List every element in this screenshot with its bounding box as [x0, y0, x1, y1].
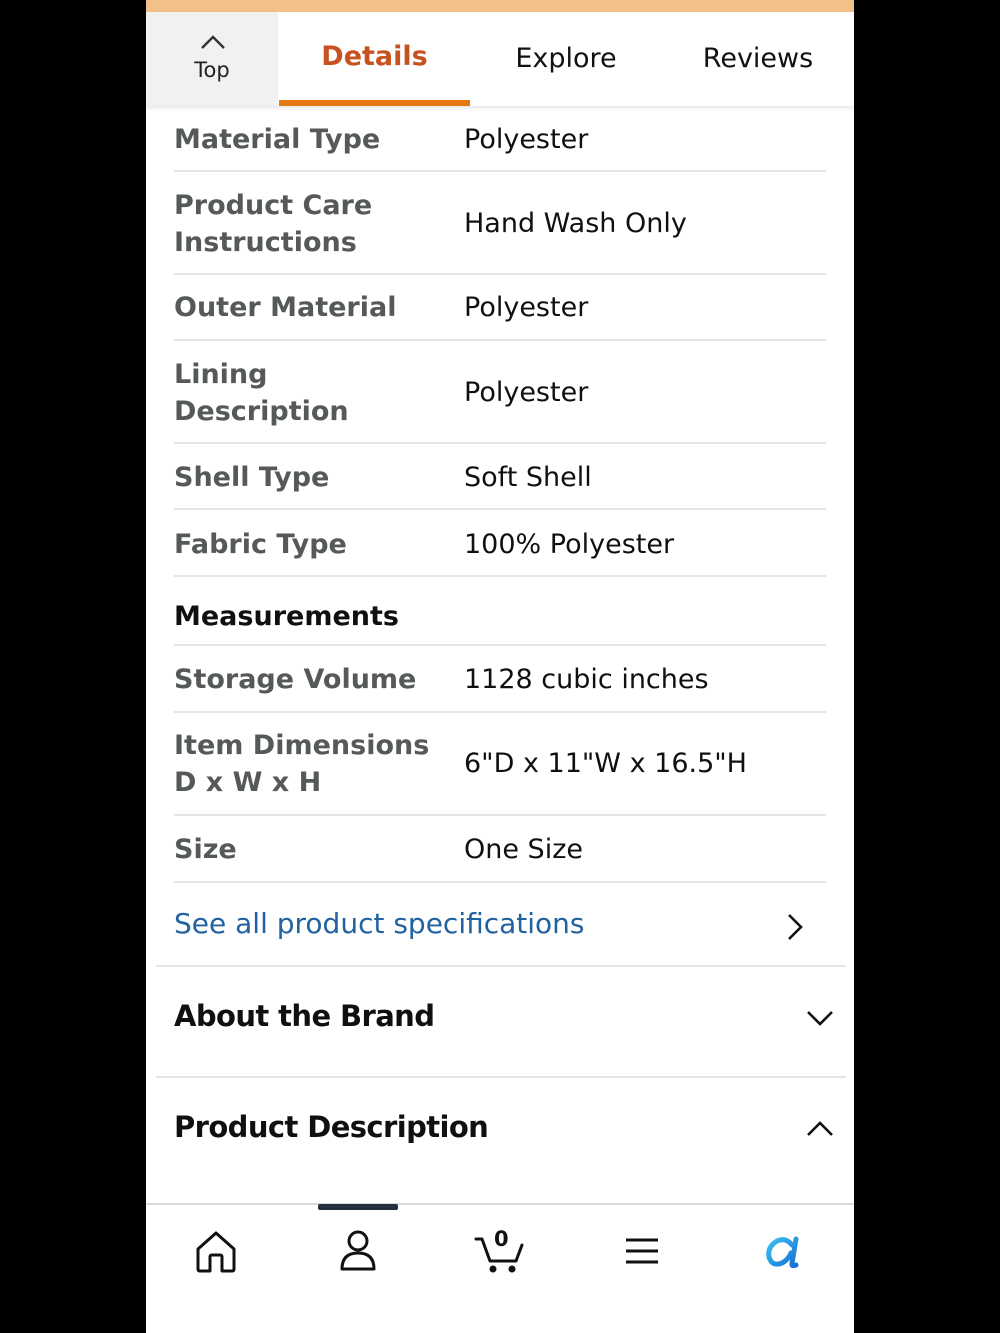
tab-details-label: Details — [321, 41, 428, 72]
tab-reviews-label: Reviews — [702, 43, 814, 74]
spec-value: One Size — [464, 834, 583, 865]
measurements-title: Measurements — [174, 601, 399, 632]
account-icon — [340, 1230, 376, 1271]
chevron-right-icon — [788, 914, 803, 940]
nav-home[interactable] — [188, 1223, 244, 1279]
tab-explore[interactable]: Explore — [470, 12, 662, 106]
spec-row: Lining Description Polyester — [174, 341, 826, 444]
nav-cart[interactable]: 0 — [472, 1223, 528, 1279]
spec-key-line: Lining — [174, 359, 268, 390]
chevron-up-icon — [807, 1121, 833, 1136]
spec-row: Outer Material Polyester — [174, 275, 826, 341]
spec-row: Material Type Polyester — [174, 117, 826, 172]
spec-key: Storage Volume — [174, 664, 417, 695]
see-all-specifications-link[interactable]: See all product specifications — [174, 905, 826, 949]
measurements-header-row: Measurements — [174, 577, 826, 646]
top-accent-strip — [146, 0, 854, 12]
app-screen: Top Details Explore Reviews Material Typ… — [146, 0, 854, 1333]
product-description-section[interactable]: Product Description — [174, 1096, 834, 1166]
tab-explore-label: Explore — [515, 43, 617, 74]
spec-row: Product Care Instructions Hand Wash Only — [174, 172, 826, 275]
spec-key-line: D x W x H — [174, 767, 322, 798]
spec-key-line: Instructions — [174, 227, 357, 258]
see-all-specifications-label: See all product specifications — [174, 907, 585, 940]
alexa-icon — [766, 1236, 799, 1269]
home-icon — [196, 1231, 236, 1273]
tab-top[interactable]: Top — [146, 12, 278, 106]
product-description-title: Product Description — [174, 1110, 489, 1144]
spec-key: Outer Material — [174, 292, 397, 323]
spec-key: Shell Type — [174, 462, 330, 493]
spec-key: Size — [174, 834, 237, 865]
nav-account[interactable] — [330, 1223, 386, 1279]
spec-value: Polyester — [464, 377, 589, 408]
section-divider — [156, 1076, 846, 1078]
section-tab-bar: Top Details Explore Reviews — [146, 12, 854, 106]
spec-key-line: Description — [174, 396, 349, 427]
menu-icon — [626, 1238, 658, 1264]
spec-value: Polyester — [464, 292, 589, 323]
chevron-down-icon — [807, 1011, 833, 1026]
tab-top-label: Top — [194, 58, 230, 82]
tab-reviews[interactable]: Reviews — [662, 12, 854, 106]
about-the-brand-title: About the Brand — [174, 999, 435, 1033]
spec-value: Hand Wash Only — [464, 208, 687, 239]
spec-value: 100% Polyester — [464, 529, 675, 560]
section-divider — [156, 965, 846, 967]
tab-details[interactable]: Details — [279, 12, 470, 106]
spec-row: Item Dimensions D x W x H 6"D x 11"W x 1… — [174, 713, 826, 816]
spec-value: Polyester — [464, 124, 589, 155]
cart-count-badge: 0 — [494, 1227, 509, 1251]
spec-value: Soft Shell — [464, 462, 592, 493]
nav-alexa[interactable] — [756, 1223, 812, 1279]
bottom-navigation-bar: 0 — [146, 1203, 854, 1333]
spec-row: Storage Volume 1128 cubic inches — [174, 646, 826, 713]
spec-value: 1128 cubic inches — [464, 664, 709, 695]
spec-row: Shell Type Soft Shell — [174, 444, 826, 510]
spec-key-line: Item Dimensions — [174, 730, 430, 761]
nav-menu[interactable] — [614, 1223, 670, 1279]
chevron-up-icon — [201, 35, 225, 49]
spec-key: Fabric Type — [174, 529, 347, 560]
spec-key: Material Type — [174, 124, 381, 155]
spec-row: Size One Size — [174, 816, 826, 883]
spec-value: 6"D x 11"W x 16.5"H — [464, 748, 747, 779]
active-nav-indicator — [318, 1204, 398, 1210]
active-tab-underline — [279, 100, 470, 106]
spec-key-line: Product Care — [174, 190, 373, 221]
spec-row: Fabric Type 100% Polyester — [174, 510, 826, 577]
about-the-brand-section[interactable]: About the Brand — [174, 985, 834, 1055]
